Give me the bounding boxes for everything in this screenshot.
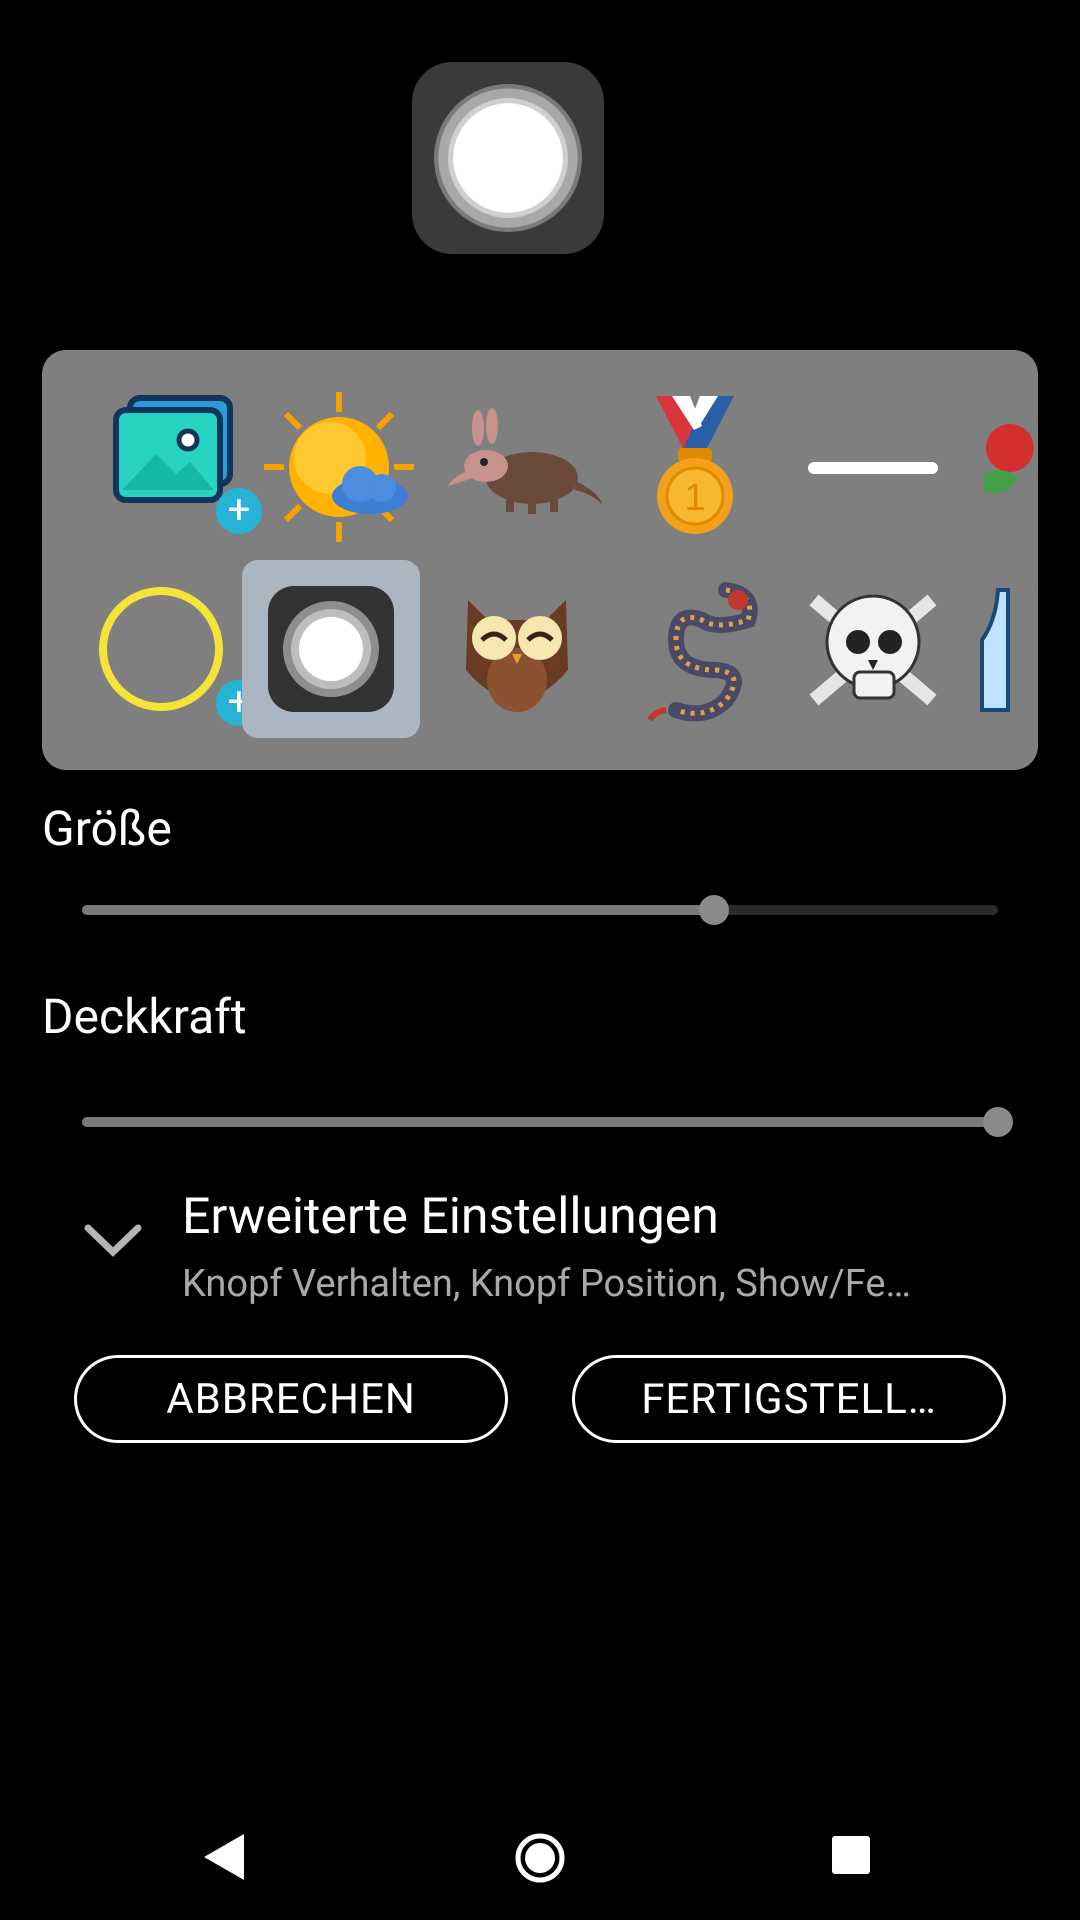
cancel-button[interactable]: ABBRECHEN xyxy=(74,1355,508,1443)
icon-picker-panel: + 1 + xyxy=(42,350,1038,770)
sun-cloud-option[interactable] xyxy=(250,378,428,556)
advanced-settings-title: Erweiterte Einstellungen xyxy=(182,1188,719,1246)
size-label: Größe xyxy=(42,800,172,857)
navigation-bar xyxy=(0,1800,1080,1920)
line-option[interactable] xyxy=(784,378,962,556)
owl-icon xyxy=(428,600,606,742)
recents-icon[interactable] xyxy=(830,1834,872,1880)
default-button-option[interactable] xyxy=(242,560,420,738)
opacity-slider[interactable] xyxy=(82,1102,1013,1142)
dragon-icon xyxy=(606,582,784,742)
sun-cloud-icon xyxy=(250,392,428,560)
back-icon[interactable] xyxy=(202,1832,246,1886)
dragon-option[interactable] xyxy=(606,560,784,738)
rose-option[interactable] xyxy=(962,378,1038,556)
size-slider[interactable] xyxy=(82,890,998,930)
opacity-slider-thumb[interactable] xyxy=(983,1107,1013,1137)
aardvark-icon xyxy=(428,408,606,560)
button-preview xyxy=(412,62,604,254)
gallery-add-icon xyxy=(72,395,250,560)
medal-option[interactable]: 1 xyxy=(606,378,784,556)
opacity-slider-fill xyxy=(82,1117,998,1127)
size-slider-thumb[interactable] xyxy=(699,895,729,925)
chevron-down-icon xyxy=(82,1220,144,1264)
home-icon[interactable] xyxy=(514,1832,566,1888)
aardvark-option[interactable] xyxy=(428,378,606,556)
medal-icon: 1 xyxy=(606,396,784,560)
skull-option[interactable] xyxy=(784,560,962,738)
skull-icon xyxy=(784,594,962,742)
line-icon xyxy=(784,462,962,560)
preview-inner-circle-icon xyxy=(448,98,568,218)
gallery-add-option[interactable]: + xyxy=(72,378,262,556)
opacity-label: Deckkraft xyxy=(42,988,247,1045)
default-button-icon xyxy=(242,586,420,742)
circle-add-option[interactable]: + xyxy=(72,560,262,738)
circle-add-icon xyxy=(72,587,250,742)
advanced-settings-subtitle: Knopf Verhalten, Knopf Position, Show/Fe… xyxy=(182,1262,911,1306)
done-button[interactable]: FERTIGSTELL… xyxy=(572,1355,1006,1443)
size-slider-fill xyxy=(82,905,714,915)
bottle-option[interactable] xyxy=(962,560,1038,738)
owl-option[interactable] xyxy=(428,560,606,738)
rose-icon xyxy=(962,424,1038,560)
bottle-icon xyxy=(962,588,1038,742)
svg-text:1: 1 xyxy=(684,477,705,519)
